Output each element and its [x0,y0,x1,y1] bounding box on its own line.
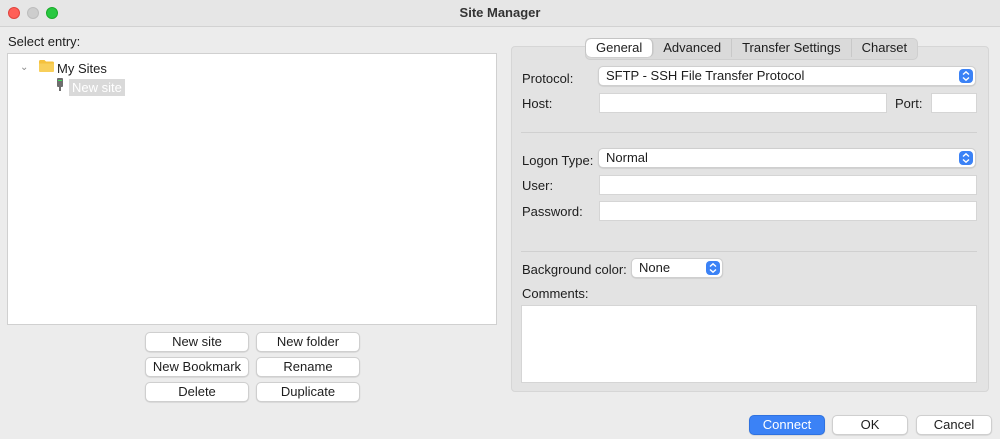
delete-button[interactable]: Delete [145,382,249,402]
tab-general[interactable]: General [586,39,654,57]
comments-textarea[interactable] [521,305,977,383]
divider [521,132,977,133]
select-entry-label: Select entry: [8,34,81,49]
background-color-select[interactable]: None [631,258,723,278]
new-folder-button[interactable]: New folder [256,332,360,352]
tab-advanced[interactable]: Advanced [653,39,733,57]
chevron-updown-icon [959,151,973,165]
password-input[interactable] [599,201,977,221]
protocol-label: Protocol: [522,71,574,86]
port-input[interactable] [931,93,977,113]
new-site-button[interactable]: New site [145,332,249,352]
user-input[interactable] [599,175,977,195]
tab-transfer-settings[interactable]: Transfer Settings [732,39,852,57]
logon-type-value: Normal [606,150,648,165]
host-input[interactable] [599,93,887,113]
user-label: User: [522,178,554,193]
protocol-select[interactable]: SFTP - SSH File Transfer Protocol [598,66,976,86]
divider [521,251,977,252]
settings-tabs: General Advanced Transfer Settings Chars… [585,38,919,60]
logon-type-select[interactable]: Normal [598,148,976,168]
connect-button[interactable]: Connect [749,415,825,435]
comments-label: Comments: [522,286,589,301]
background-color-label: Background color: [522,262,627,277]
new-bookmark-button[interactable]: New Bookmark [145,357,249,377]
window-title: Site Manager [459,5,541,20]
tree-item-new-site[interactable]: New site [69,79,125,96]
host-label: Host: [522,96,553,111]
folder-icon [39,60,54,72]
chevron-updown-icon [959,69,973,83]
port-label: Port: [895,96,923,111]
background-color-value: None [639,260,671,275]
logon-type-label: Logon Type: [522,153,594,168]
tab-charset[interactable]: Charset [852,39,918,57]
tree-folder-my-sites[interactable]: My Sites [57,61,107,76]
server-icon [57,78,63,91]
chevron-down-icon[interactable]: ⌄ [20,62,28,73]
duplicate-button[interactable]: Duplicate [256,382,360,402]
rename-button[interactable]: Rename [256,357,360,377]
cancel-button[interactable]: Cancel [916,415,992,435]
protocol-value: SFTP - SSH File Transfer Protocol [606,68,805,83]
site-tree[interactable]: ⌄ My Sites New site [7,53,497,325]
ok-button[interactable]: OK [832,415,908,435]
password-label: Password: [522,204,583,219]
chevron-updown-icon [706,261,720,275]
